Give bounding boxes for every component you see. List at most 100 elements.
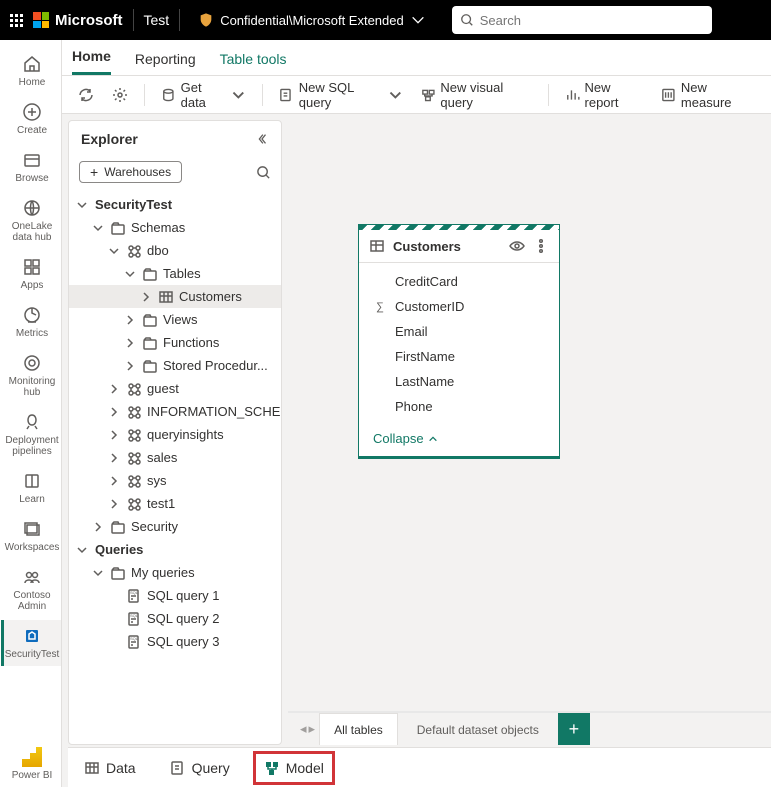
add-tab-button[interactable]: + [558, 713, 590, 745]
chevron-icon[interactable] [107, 405, 121, 419]
chevron-icon[interactable] [107, 474, 121, 488]
tree-item[interactable]: Tables [69, 262, 281, 285]
app-launcher-icon[interactable] [10, 14, 23, 27]
tab-next[interactable]: ▸ [309, 721, 316, 737]
chevron-icon[interactable] [91, 520, 105, 534]
tree-item[interactable]: SQLSQL query 2 [69, 607, 281, 630]
search-input[interactable] [480, 13, 704, 28]
field-row[interactable]: CreditCard [359, 269, 559, 294]
rail-item-onelake[interactable]: OneLake data hub [1, 192, 61, 249]
rail-item-powerbi[interactable]: Power BI [1, 741, 61, 787]
tree-item[interactable]: sales [69, 446, 281, 469]
schema-icon [127, 474, 141, 488]
diagram-tab[interactable]: All tables [319, 713, 398, 745]
diagram-tab[interactable]: Default dataset objects [402, 713, 554, 745]
chevron-icon[interactable] [75, 198, 89, 212]
field-row[interactable]: Email [359, 319, 559, 344]
chevron-down-icon [388, 87, 403, 103]
tree-item[interactable]: Queries [69, 538, 281, 561]
visibility-icon[interactable] [509, 238, 525, 254]
rail-label: Create [17, 125, 47, 136]
tree-item[interactable]: queryinsights [69, 423, 281, 446]
chevron-icon[interactable] [139, 290, 153, 304]
rail-item-apps[interactable]: Apps [1, 251, 61, 297]
tree-item[interactable]: INFORMATION_SCHE... [69, 400, 281, 423]
chevron-icon[interactable] [123, 313, 137, 327]
tree-item[interactable]: dbo [69, 239, 281, 262]
rail-item-deploy[interactable]: Deployment pipelines [1, 406, 61, 463]
collapse-panel-icon[interactable] [255, 132, 269, 146]
rail-item-metrics[interactable]: Metrics [1, 299, 61, 345]
view-mode-data[interactable]: Data [76, 754, 144, 782]
rail-item-learn[interactable]: Learn [1, 465, 61, 511]
rail-item-admin[interactable]: Contoso Admin [1, 561, 61, 618]
tree-item[interactable]: SQLSQL query 1 [69, 584, 281, 607]
tree-item[interactable]: Security [69, 515, 281, 538]
get-data-button[interactable]: Get data [155, 76, 252, 114]
tree-item[interactable]: Functions [69, 331, 281, 354]
field-row[interactable]: Phone [359, 394, 559, 419]
rail-item-home[interactable]: Home [1, 48, 61, 94]
new-sql-query-button[interactable]: New SQL query [273, 76, 409, 114]
more-icon[interactable] [533, 238, 549, 254]
divider [133, 9, 134, 31]
rail-item-browse[interactable]: Browse [1, 144, 61, 190]
microsoft-logo-icon [33, 12, 49, 28]
refresh-button[interactable] [72, 83, 100, 107]
main-area: Explorer + Warehouses SecurityTestSchema… [62, 114, 771, 787]
chevron-icon[interactable] [91, 221, 105, 235]
chevron-icon[interactable] [123, 267, 137, 281]
tree-item[interactable]: test1 [69, 492, 281, 515]
field-name: Email [395, 324, 428, 339]
home-icon [22, 54, 42, 74]
tree-label: INFORMATION_SCHE... [147, 404, 281, 419]
field-row[interactable]: ∑CustomerID [359, 294, 559, 319]
tab-reporting[interactable]: Reporting [135, 43, 196, 75]
data-icon [84, 760, 100, 776]
chevron-icon[interactable] [123, 336, 137, 350]
rail-item-sectest[interactable]: SecurityTest [1, 620, 61, 666]
collapse-link[interactable]: Collapse [359, 425, 559, 456]
warehouses-button[interactable]: + Warehouses [79, 161, 182, 183]
tree-item[interactable]: My queries [69, 561, 281, 584]
tree-item[interactable]: Schemas [69, 216, 281, 239]
folder-icon [143, 359, 157, 373]
tree-item[interactable]: SecurityTest [69, 193, 281, 216]
classification-dropdown[interactable]: Confidential\Microsoft Extended [190, 8, 434, 32]
tree-item[interactable]: SQLSQL query 3 [69, 630, 281, 653]
table-card-customers[interactable]: Customers CreditCard∑CustomerIDEmailFirs… [358, 224, 560, 459]
chevron-icon[interactable] [75, 543, 89, 557]
new-report-button[interactable]: New report [559, 76, 649, 114]
field-row[interactable]: LastName [359, 369, 559, 394]
settings-button[interactable] [106, 83, 134, 107]
view-mode-model[interactable]: Model [256, 754, 332, 782]
tab-prev[interactable]: ◂ [300, 721, 307, 737]
chevron-icon[interactable] [107, 382, 121, 396]
tree-item[interactable]: guest [69, 377, 281, 400]
search-icon[interactable] [256, 165, 271, 180]
chevron-icon[interactable] [107, 244, 121, 258]
field-row[interactable]: FirstName [359, 344, 559, 369]
chevron-icon[interactable] [107, 497, 121, 511]
new-measure-button[interactable]: New measure [655, 76, 761, 114]
rail-item-monitor[interactable]: Monitoring hub [1, 347, 61, 404]
tab-table-tools[interactable]: Table tools [220, 43, 287, 75]
tree-item[interactable]: Views [69, 308, 281, 331]
rail-item-ws[interactable]: Workspaces [1, 513, 61, 559]
tree-item[interactable]: sys [69, 469, 281, 492]
chevron-icon[interactable] [107, 428, 121, 442]
rail-item-create[interactable]: Create [1, 96, 61, 142]
chevron-icon[interactable] [107, 451, 121, 465]
chevron-icon[interactable] [123, 359, 137, 373]
shield-icon [198, 12, 214, 28]
model-canvas[interactable]: Customers CreditCard∑CustomerIDEmailFirs… [288, 114, 771, 745]
view-mode-query[interactable]: Query [162, 754, 238, 782]
tree-item[interactable]: Customers [69, 285, 281, 308]
chevron-icon[interactable] [91, 566, 105, 580]
tab-home[interactable]: Home [72, 40, 111, 75]
admin-icon [22, 567, 42, 587]
tree-item[interactable]: Stored Procedur... [69, 354, 281, 377]
tree-label: sales [147, 450, 177, 465]
search-box[interactable] [452, 6, 712, 34]
new-visual-query-button[interactable]: New visual query [415, 76, 538, 114]
